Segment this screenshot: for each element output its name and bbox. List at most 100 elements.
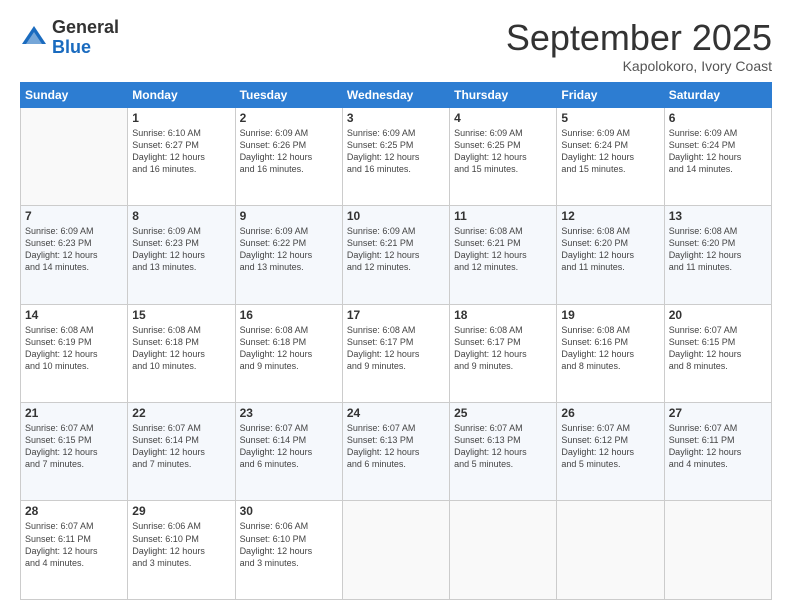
day-info: Sunrise: 6:07 AM Sunset: 6:13 PM Dayligh…	[454, 422, 552, 471]
day-number: 10	[347, 209, 445, 223]
calendar-cell: 24Sunrise: 6:07 AM Sunset: 6:13 PM Dayli…	[342, 403, 449, 501]
calendar-cell: 18 Sunrise: 6:08 AM Sunset: 6:17 PM Dayli…	[450, 304, 557, 402]
day-number: 17	[347, 308, 445, 322]
day-info: Sunrise: 6:08 AM Sunset: 6:17 PM Dayligh…	[454, 324, 552, 373]
calendar-cell: 15 Sunrise: 6:08 AM Sunset: 6:18 PM Dayli…	[128, 304, 235, 402]
day-info: Sunrise: 6:07 AM Sunset: 6:15 PM Dayligh…	[669, 324, 767, 373]
day-info: Sunrise: 6:08 AM Sunset: 6:17 PM Dayligh…	[347, 324, 445, 373]
calendar-cell: 13 Sunrise: 6:08 AM Sunset: 6:20 PM Dayli…	[664, 206, 771, 304]
calendar-cell: 25 Sunrise: 6:07 AM Sunset: 6:13 PM Dayli…	[450, 403, 557, 501]
calendar-cell: 2 Sunrise: 6:09 AM Sunset: 6:26 PM Daylig…	[235, 107, 342, 205]
day-info: Sunrise: 6:08 AM Sunset: 6:21 PM Dayligh…	[454, 225, 552, 274]
calendar-cell: 22 Sunrise: 6:07 AM Sunset: 6:14 PM Dayli…	[128, 403, 235, 501]
calendar-cell: 5Sunrise: 6:09 AM Sunset: 6:24 PM Daylig…	[557, 107, 664, 205]
header: General Blue September 2025 Kapolokoro, …	[20, 18, 772, 74]
day-info: Sunrise: 6:09 AM Sunset: 6:26 PM Dayligh…	[240, 127, 338, 176]
week-row-1: 7 Sunrise: 6:09 AM Sunset: 6:23 PM Daylig…	[21, 206, 772, 304]
calendar-cell: 20 Sunrise: 6:07 AM Sunset: 6:15 PM Dayli…	[664, 304, 771, 402]
logo: General Blue	[20, 18, 119, 58]
day-info: Sunrise: 6:07 AM Sunset: 6:11 PM Dayligh…	[25, 520, 123, 569]
day-info: Sunrise: 6:10 AM Sunset: 6:27 PM Dayligh…	[132, 127, 230, 176]
day-number: 7	[25, 209, 123, 223]
calendar-cell	[21, 107, 128, 205]
day-info: Sunrise: 6:07 AM Sunset: 6:13 PM Dayligh…	[347, 422, 445, 471]
day-number: 15	[132, 308, 230, 322]
day-number: 28	[25, 504, 123, 518]
calendar-cell: 21Sunrise: 6:07 AM Sunset: 6:15 PM Dayli…	[21, 403, 128, 501]
day-info: Sunrise: 6:08 AM Sunset: 6:19 PM Dayligh…	[25, 324, 123, 373]
header-tuesday: Tuesday	[235, 82, 342, 107]
calendar-cell: 26Sunrise: 6:07 AM Sunset: 6:12 PM Dayli…	[557, 403, 664, 501]
day-number: 8	[132, 209, 230, 223]
day-number: 5	[561, 111, 659, 125]
day-number: 12	[561, 209, 659, 223]
calendar-cell: 10 Sunrise: 6:09 AM Sunset: 6:21 PM Dayli…	[342, 206, 449, 304]
day-number: 16	[240, 308, 338, 322]
day-number: 14	[25, 308, 123, 322]
day-number: 29	[132, 504, 230, 518]
day-info: Sunrise: 6:06 AM Sunset: 6:10 PM Dayligh…	[132, 520, 230, 569]
header-row: SundayMondayTuesdayWednesdayThursdayFrid…	[21, 82, 772, 107]
header-monday: Monday	[128, 82, 235, 107]
day-number: 20	[669, 308, 767, 322]
header-wednesday: Wednesday	[342, 82, 449, 107]
day-info: Sunrise: 6:07 AM Sunset: 6:14 PM Dayligh…	[132, 422, 230, 471]
calendar-cell: 4Sunrise: 6:09 AM Sunset: 6:25 PM Daylig…	[450, 107, 557, 205]
calendar-cell: 8 Sunrise: 6:09 AM Sunset: 6:23 PM Daylig…	[128, 206, 235, 304]
header-thursday: Thursday	[450, 82, 557, 107]
day-number: 30	[240, 504, 338, 518]
day-info: Sunrise: 6:08 AM Sunset: 6:18 PM Dayligh…	[132, 324, 230, 373]
header-friday: Friday	[557, 82, 664, 107]
calendar-cell	[342, 501, 449, 600]
calendar-body: 1 Sunrise: 6:10 AM Sunset: 6:27 PM Daylig…	[21, 107, 772, 599]
day-number: 25	[454, 406, 552, 420]
day-info: Sunrise: 6:08 AM Sunset: 6:18 PM Dayligh…	[240, 324, 338, 373]
day-info: Sunrise: 6:09 AM Sunset: 6:23 PM Dayligh…	[132, 225, 230, 274]
day-info: Sunrise: 6:09 AM Sunset: 6:23 PM Dayligh…	[25, 225, 123, 274]
calendar-cell: 12Sunrise: 6:08 AM Sunset: 6:20 PM Dayli…	[557, 206, 664, 304]
calendar-cell: 9Sunrise: 6:09 AM Sunset: 6:22 PM Daylig…	[235, 206, 342, 304]
calendar-header: SundayMondayTuesdayWednesdayThursdayFrid…	[21, 82, 772, 107]
calendar-cell: 14 Sunrise: 6:08 AM Sunset: 6:19 PM Dayli…	[21, 304, 128, 402]
calendar-cell: 16 Sunrise: 6:08 AM Sunset: 6:18 PM Dayli…	[235, 304, 342, 402]
header-saturday: Saturday	[664, 82, 771, 107]
day-number: 27	[669, 406, 767, 420]
week-row-3: 21Sunrise: 6:07 AM Sunset: 6:15 PM Dayli…	[21, 403, 772, 501]
calendar-cell: 17 Sunrise: 6:08 AM Sunset: 6:17 PM Dayli…	[342, 304, 449, 402]
day-info: Sunrise: 6:08 AM Sunset: 6:20 PM Dayligh…	[669, 225, 767, 274]
week-row-0: 1 Sunrise: 6:10 AM Sunset: 6:27 PM Daylig…	[21, 107, 772, 205]
calendar-cell: 29 Sunrise: 6:06 AM Sunset: 6:10 PM Dayli…	[128, 501, 235, 600]
day-info: Sunrise: 6:08 AM Sunset: 6:16 PM Dayligh…	[561, 324, 659, 373]
week-row-4: 28 Sunrise: 6:07 AM Sunset: 6:11 PM Dayli…	[21, 501, 772, 600]
day-info: Sunrise: 6:07 AM Sunset: 6:12 PM Dayligh…	[561, 422, 659, 471]
day-number: 18	[454, 308, 552, 322]
calendar-cell	[557, 501, 664, 600]
day-info: Sunrise: 6:07 AM Sunset: 6:11 PM Dayligh…	[669, 422, 767, 471]
calendar-table: SundayMondayTuesdayWednesdayThursdayFrid…	[20, 82, 772, 600]
day-info: Sunrise: 6:07 AM Sunset: 6:14 PM Dayligh…	[240, 422, 338, 471]
title-block: September 2025 Kapolokoro, Ivory Coast	[506, 18, 772, 74]
logo-text: General Blue	[52, 18, 119, 58]
calendar-cell	[664, 501, 771, 600]
day-info: Sunrise: 6:09 AM Sunset: 6:25 PM Dayligh…	[347, 127, 445, 176]
day-info: Sunrise: 6:09 AM Sunset: 6:21 PM Dayligh…	[347, 225, 445, 274]
month-title: September 2025	[506, 18, 772, 58]
day-number: 2	[240, 111, 338, 125]
calendar-cell: 23Sunrise: 6:07 AM Sunset: 6:14 PM Dayli…	[235, 403, 342, 501]
day-number: 11	[454, 209, 552, 223]
calendar-cell: 27 Sunrise: 6:07 AM Sunset: 6:11 PM Dayli…	[664, 403, 771, 501]
logo-icon	[20, 24, 48, 52]
day-number: 3	[347, 111, 445, 125]
day-number: 22	[132, 406, 230, 420]
day-info: Sunrise: 6:09 AM Sunset: 6:25 PM Dayligh…	[454, 127, 552, 176]
day-number: 21	[25, 406, 123, 420]
calendar-cell: 1 Sunrise: 6:10 AM Sunset: 6:27 PM Daylig…	[128, 107, 235, 205]
page: General Blue September 2025 Kapolokoro, …	[0, 0, 792, 612]
header-sunday: Sunday	[21, 82, 128, 107]
day-number: 1	[132, 111, 230, 125]
day-info: Sunrise: 6:09 AM Sunset: 6:24 PM Dayligh…	[669, 127, 767, 176]
week-row-2: 14 Sunrise: 6:08 AM Sunset: 6:19 PM Dayli…	[21, 304, 772, 402]
day-number: 19	[561, 308, 659, 322]
day-number: 13	[669, 209, 767, 223]
calendar-cell	[450, 501, 557, 600]
